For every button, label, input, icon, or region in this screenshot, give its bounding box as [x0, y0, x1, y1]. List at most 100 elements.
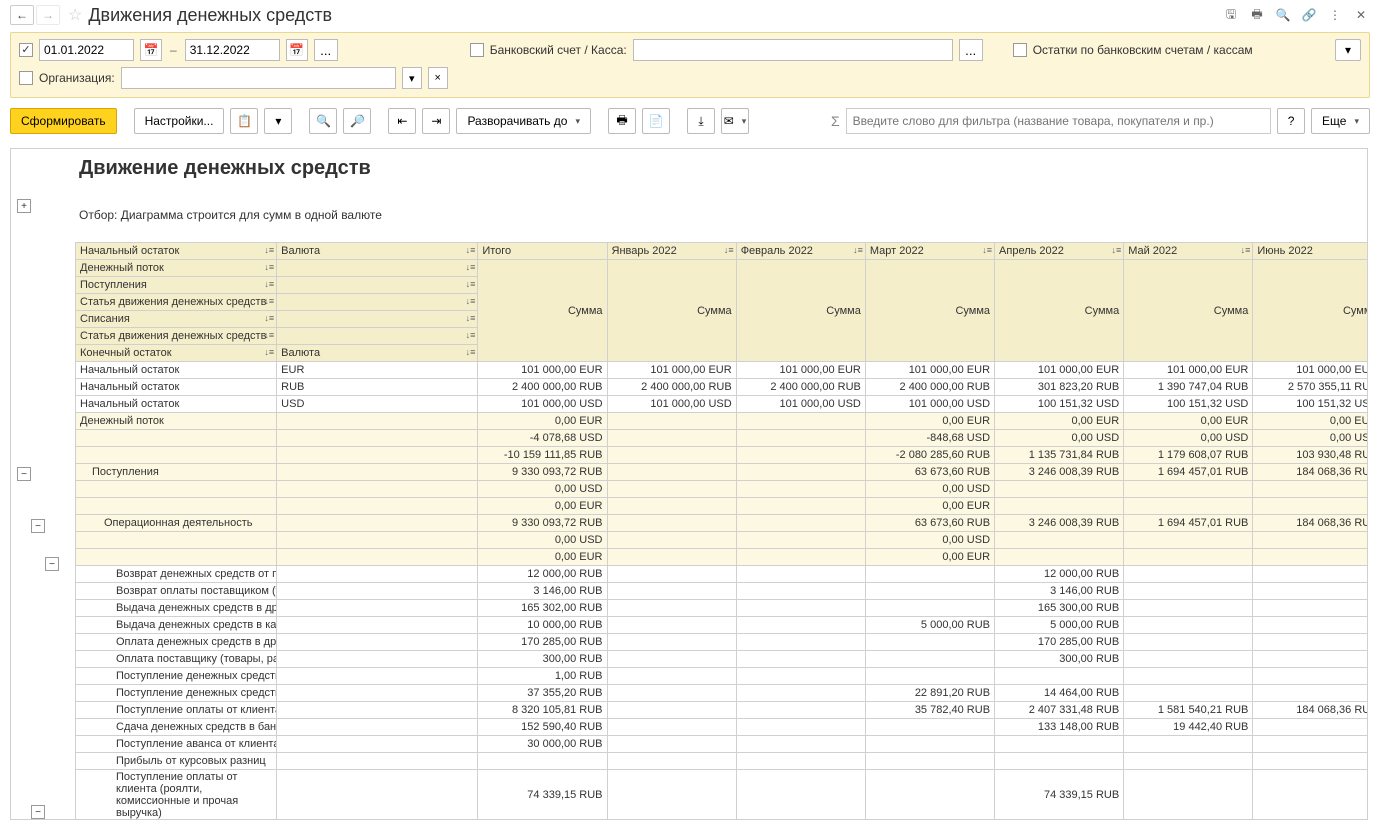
table-row[interactable]: Поступление денежных средств из банка (в… — [76, 668, 1368, 685]
table-row[interactable]: 0,00 USD0,00 USD — [76, 481, 1368, 498]
send-button[interactable]: ✉ — [721, 108, 749, 134]
table-row[interactable]: Денежный поток0,00 EUR0,00 EUR0,00 EUR0,… — [76, 413, 1368, 430]
tree-toggle[interactable]: − — [31, 519, 45, 533]
table-row[interactable]: Прибыль от курсовых разниц — [76, 753, 1368, 770]
period-picker-button[interactable]: ... — [314, 39, 338, 61]
org-input[interactable] — [121, 67, 396, 89]
table-row[interactable]: Поступление денежных средств из кассы КК… — [76, 685, 1368, 702]
tree-toggle[interactable]: − — [45, 557, 59, 571]
table-row[interactable]: Оплата денежных средств в другую организ… — [76, 634, 1368, 651]
preview-button[interactable]: 📄 — [642, 108, 670, 134]
find-button[interactable]: 🔍 — [309, 108, 337, 134]
table-row[interactable]: Возврат денежных средств от подотчетника… — [76, 566, 1368, 583]
table-row[interactable]: Поступление аванса от клиента (продажа т… — [76, 736, 1368, 753]
cell-value — [736, 583, 865, 600]
group-row[interactable]: Поступления↓≡ — [76, 277, 277, 294]
group-row[interactable]: Статья движения денежных средств↓≡ — [76, 294, 277, 311]
cell-value: 300,00 RUB — [995, 651, 1124, 668]
table-row[interactable]: Поступление оплаты от клиента (продажа т… — [76, 702, 1368, 719]
table-row[interactable]: Возврат оплаты поставщиком (товары, рабо… — [76, 583, 1368, 600]
balances-checkbox[interactable] — [1013, 43, 1027, 57]
nav-forward-button[interactable]: → — [36, 5, 60, 25]
close-icon[interactable]: ✕ — [1352, 6, 1370, 24]
group-row[interactable]: Денежный поток↓≡ — [76, 260, 277, 277]
collapse-groups-button[interactable]: ⇤ — [388, 108, 416, 134]
report-scroll[interactable]: + − − − − Движение денежных средств Отбо… — [11, 149, 1367, 819]
date-to-input[interactable] — [185, 39, 280, 61]
save-button[interactable]: ⤓ — [687, 108, 715, 134]
table-row[interactable]: Операционная деятельность9 330 093,72 RU… — [76, 515, 1368, 532]
preview-icon[interactable]: 🔍 — [1274, 6, 1292, 24]
date-from-input[interactable] — [39, 39, 134, 61]
table-row[interactable]: Начальный остатокUSD101 000,00 USD101 00… — [76, 396, 1368, 413]
table-row[interactable]: 0,00 EUR0,00 EUR — [76, 549, 1368, 566]
col-sum[interactable]: Сумма — [736, 260, 865, 362]
bank-account-checkbox[interactable] — [470, 43, 484, 57]
table-row[interactable]: Сдача денежных средств в банк (в рублях)… — [76, 719, 1368, 736]
cell-value — [736, 447, 865, 464]
filter-funnel-button[interactable]: ▾ — [1335, 39, 1361, 61]
expand-to-button[interactable]: Разворачивать до — [456, 108, 591, 134]
org-clear-button[interactable]: × — [428, 67, 448, 89]
cell-value — [865, 736, 994, 753]
table-row[interactable]: -4 078,68 USD-848,68 USD0,00 USD0,00 USD… — [76, 430, 1368, 447]
table-row[interactable]: Поступления9 330 093,72 RUB63 673,60 RUB… — [76, 464, 1368, 481]
expand-groups-button[interactable]: ⇥ — [422, 108, 450, 134]
nav-back-button[interactable]: ← — [10, 5, 34, 25]
group-row[interactable]: Конечный остаток↓≡ — [76, 345, 277, 362]
org-checkbox[interactable] — [19, 71, 33, 85]
col-name[interactable]: Начальный остаток↓≡ — [76, 243, 277, 260]
col-month[interactable]: Март 2022↓≡ — [865, 243, 994, 260]
tree-toggle[interactable]: + — [17, 199, 31, 213]
print-button[interactable]: 🖶 — [608, 108, 636, 134]
calendar-from-button[interactable]: 📅 — [140, 39, 162, 61]
print-icon[interactable]: 🖶 — [1248, 6, 1266, 24]
table-row[interactable]: Выдача денежных средств в кассу ККМ10 00… — [76, 617, 1368, 634]
col-sum[interactable]: Сумма — [995, 260, 1124, 362]
group-row[interactable]: Списания↓≡ — [76, 311, 277, 328]
more-actions-button[interactable]: Еще — [1311, 108, 1370, 134]
table-row[interactable]: -10 159 111,85 RUB-2 080 285,60 RUB1 135… — [76, 447, 1368, 464]
help-button[interactable]: ? — [1277, 108, 1305, 134]
col-month[interactable]: Июнь 2022↓≡ — [1253, 243, 1367, 260]
col-currency[interactable]: Валюта↓≡ — [277, 345, 478, 362]
col-sum[interactable]: Сумма — [478, 260, 607, 362]
table-row[interactable]: Поступление оплаты от клиента (роялти, к… — [76, 770, 1368, 820]
settings-button[interactable]: Настройки... — [134, 108, 225, 134]
col-month[interactable]: Апрель 2022↓≡ — [995, 243, 1124, 260]
table-row[interactable]: Оплата поставщику (товары, работы, услуг… — [76, 651, 1368, 668]
bank-account-picker-button[interactable]: ... — [959, 39, 983, 61]
table-row[interactable]: Выдача денежных средств в другую кассу16… — [76, 600, 1368, 617]
find-next-button[interactable]: 🔎 — [343, 108, 371, 134]
date-range-checkbox[interactable] — [19, 43, 33, 57]
variants-dropdown-button[interactable]: ▾ — [264, 108, 292, 134]
more-icon[interactable]: ⋮ — [1326, 6, 1344, 24]
col-sum[interactable]: Сумма — [865, 260, 994, 362]
calendar-to-button[interactable]: 📅 — [286, 39, 308, 61]
col-sum[interactable]: Сумма — [1253, 260, 1367, 362]
table-row[interactable]: Начальный остатокRUB2 400 000,00 RUB2 40… — [76, 379, 1368, 396]
filter-search-input[interactable] — [846, 108, 1271, 134]
col-sum[interactable]: Сумма — [607, 260, 736, 362]
col-currency[interactable]: Валюта↓≡ — [277, 243, 478, 260]
col-month[interactable]: Февраль 2022↓≡ — [736, 243, 865, 260]
group-row[interactable]: Статья движения денежных средств↓≡ — [76, 328, 277, 345]
save-icon[interactable]: 🖫 — [1222, 6, 1240, 24]
col-sum[interactable]: Сумма — [1124, 260, 1253, 362]
cell-value — [736, 430, 865, 447]
table-row[interactable]: 0,00 EUR0,00 EUR — [76, 498, 1368, 515]
org-dropdown-button[interactable]: ▾ — [402, 67, 422, 89]
form-report-button[interactable]: Сформировать — [10, 108, 117, 134]
col-month[interactable]: Январь 2022↓≡ — [607, 243, 736, 260]
favorite-star-icon[interactable]: ☆ — [68, 5, 82, 25]
variants-button[interactable]: 📋 — [230, 108, 258, 134]
tree-toggle[interactable]: − — [31, 805, 45, 819]
tree-toggle[interactable]: − — [17, 467, 31, 481]
bank-account-input[interactable] — [633, 39, 953, 61]
cell-value — [995, 532, 1124, 549]
table-row[interactable]: 0,00 USD0,00 USD — [76, 532, 1368, 549]
table-row[interactable]: Начальный остатокEUR101 000,00 EUR101 00… — [76, 362, 1368, 379]
col-month[interactable]: Май 2022↓≡ — [1124, 243, 1253, 260]
link-icon[interactable]: 🔗 — [1300, 6, 1318, 24]
col-total[interactable]: Итого — [478, 243, 607, 260]
